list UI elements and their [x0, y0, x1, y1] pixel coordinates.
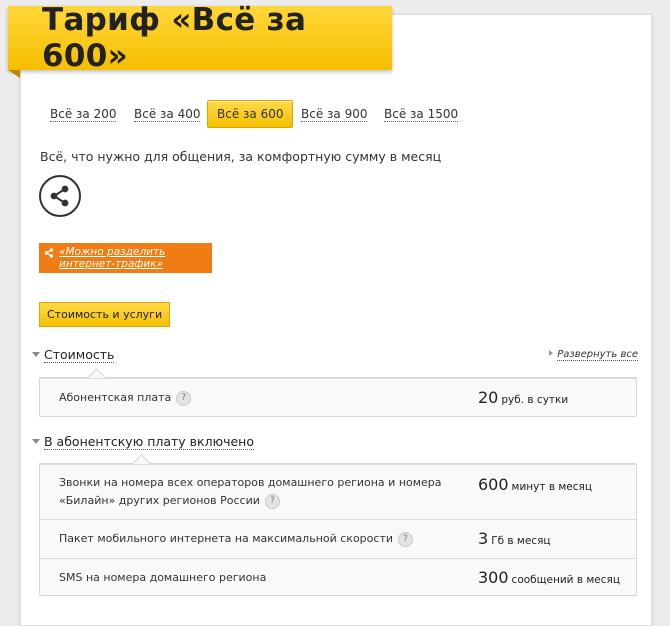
triangle-right-icon: [549, 350, 554, 356]
cost-section-header[interactable]: Стоимость: [32, 347, 115, 363]
table-row: Пакет мобильного интернета на максимальн…: [40, 519, 636, 558]
share-button[interactable]: [39, 175, 81, 217]
tab-vse-za-200[interactable]: Всё за 200: [40, 100, 126, 128]
tariff-subtitle: Всё, что нужно для общения, за комфортну…: [40, 149, 442, 164]
row-value: 3 Гб в месяц: [478, 529, 551, 548]
banner-fold: [8, 70, 20, 78]
page-title: Тариф «Всё за 600»: [42, 2, 307, 74]
cost-table: Абонентская плата? 20 руб. в сутки: [39, 368, 637, 417]
promo-badge[interactable]: «Можно разделить интернет-трафик»: [39, 243, 212, 273]
included-section-header[interactable]: В абонентскую плату включено: [32, 434, 254, 450]
share-icon: [50, 185, 69, 207]
promo-line-2: интернет-трафик»: [59, 258, 164, 270]
row-label: SMS на номера домашнего региона: [59, 571, 267, 584]
tab-vse-za-400[interactable]: Всё за 400: [124, 100, 210, 128]
row-label: Звонки на номера всех операторов домашне…: [59, 476, 442, 489]
row-value: 300 сообщений в месяц: [478, 568, 620, 587]
title-banner: Тариф «Всё за 600»: [8, 2, 392, 78]
cost-services-tab[interactable]: Стоимость и услуги: [39, 302, 171, 327]
row-label: Пакет мобильного интернета на максимальн…: [59, 532, 394, 545]
promo-line-1: «Можно разделить: [59, 246, 166, 258]
included-table: Звонки на номера всех операторов домашне…: [39, 454, 637, 597]
table-row: SMS на номера домашнего региона 300 сообщ…: [40, 558, 636, 597]
table-row: Звонки на номера всех операторов домашне…: [40, 464, 636, 519]
row-label: «Билайн» других регионов России: [59, 494, 260, 507]
help-icon[interactable]: ?: [398, 532, 414, 547]
help-icon[interactable]: ?: [176, 391, 192, 406]
share-small-icon: [44, 248, 54, 258]
table-row: Абонентская плата? 20 руб. в сутки: [40, 378, 636, 417]
row-value: 20 руб. в сутки: [478, 388, 569, 407]
help-icon[interactable]: ?: [264, 494, 280, 509]
tab-vse-za-600[interactable]: Всё за 600: [207, 100, 294, 128]
row-label: Абонентская плата: [59, 391, 172, 404]
tab-vse-za-1500[interactable]: Всё за 1500: [374, 100, 468, 128]
tab-vse-za-900[interactable]: Всё за 900: [291, 100, 377, 128]
expand-all-link[interactable]: Развернуть все: [549, 349, 638, 361]
chevron-down-icon: [32, 439, 40, 444]
chevron-down-icon: [32, 352, 40, 357]
row-value: 600 минут в месяц: [478, 475, 592, 494]
